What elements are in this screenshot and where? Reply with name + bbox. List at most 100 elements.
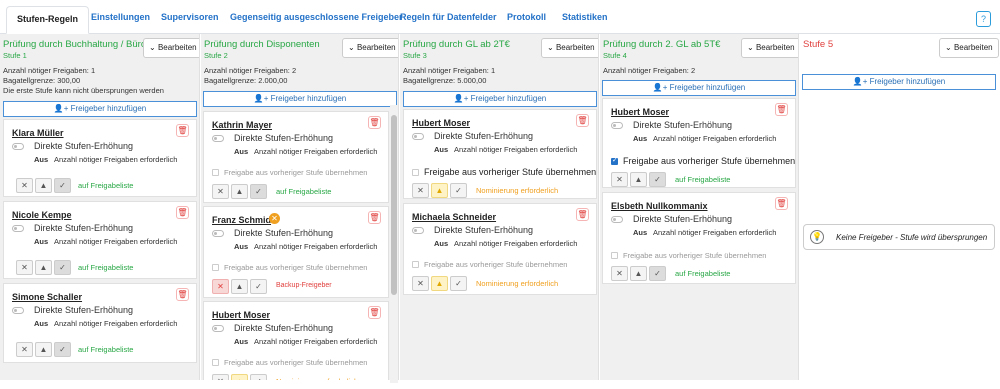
escalation-label: Direkte Stufen-Erhöhung bbox=[34, 141, 134, 151]
mute-icon[interactable]: ✕ bbox=[212, 279, 229, 294]
escalation-toggle[interactable] bbox=[212, 230, 224, 237]
adopt-checkbox[interactable] bbox=[412, 169, 419, 176]
escalation-label: Direkte Stufen-Erhöhung bbox=[234, 228, 334, 238]
stage-number: Stufe 2 bbox=[204, 51, 228, 60]
add-approver-button[interactable]: 👤+ Freigeber hinzufügen bbox=[602, 80, 796, 96]
delete-icon[interactable]: 🗑 bbox=[176, 124, 189, 137]
list-icon[interactable]: ✓ bbox=[54, 260, 71, 275]
edit-button[interactable]: ⌄ Bearbeiten bbox=[342, 38, 398, 58]
mute-icon[interactable]: ✕ bbox=[212, 184, 229, 199]
toggle-description: Anzahl nötiger Freigaben erforderlich bbox=[54, 319, 178, 328]
escalation-label: Direkte Stufen-Erhöhung bbox=[633, 214, 733, 224]
delete-icon[interactable]: 🗑 bbox=[176, 288, 189, 301]
edit-button[interactable]: ⌄ Bearbeiten bbox=[143, 38, 199, 58]
column-scrollbar[interactable] bbox=[390, 105, 398, 383]
escalation-toggle[interactable] bbox=[12, 143, 24, 150]
tab-regeln-datenfelder[interactable]: Regeln für Datenfelder bbox=[400, 12, 497, 22]
adopt-label: Freigabe aus vorheriger Stufe übernehmen bbox=[224, 263, 368, 272]
adopt-checkbox[interactable] bbox=[611, 156, 618, 165]
list-icon[interactable]: ✓ bbox=[250, 184, 267, 199]
mute-icon[interactable]: ✕ bbox=[412, 276, 429, 291]
help-button[interactable]: ? bbox=[976, 11, 991, 27]
tab-protokoll[interactable]: Protokoll bbox=[507, 12, 546, 22]
delete-icon[interactable]: 🗑 bbox=[368, 211, 381, 224]
escalate-icon[interactable]: ▲ bbox=[231, 374, 248, 380]
stage-column-3: Prüfung durch GL ab 2T€ Stufe 3 ⌄ Bearbe… bbox=[400, 34, 599, 380]
approver-name[interactable]: Michaela Schneider bbox=[412, 212, 496, 222]
tab-supervisoren[interactable]: Supervisoren bbox=[161, 12, 219, 22]
escalation-toggle[interactable] bbox=[12, 225, 24, 232]
approver-name[interactable]: Simone Schaller bbox=[12, 292, 82, 302]
approver-name[interactable]: Hubert Moser bbox=[212, 310, 270, 320]
mute-icon[interactable]: ✕ bbox=[611, 172, 628, 187]
adopt-checkbox[interactable] bbox=[212, 169, 219, 176]
escalate-icon[interactable]: ▲ bbox=[35, 260, 52, 275]
stage-info: Bagatellgrenze: 5.000,00 bbox=[403, 76, 487, 85]
approver-name[interactable]: Franz Schmid bbox=[212, 215, 271, 225]
delete-icon[interactable]: 🗑 bbox=[775, 103, 788, 116]
mute-icon[interactable]: ✕ bbox=[16, 178, 33, 193]
list-icon[interactable]: ✓ bbox=[450, 183, 467, 198]
add-approver-button[interactable]: 👤+ Freigeber hinzufügen bbox=[3, 101, 197, 117]
escalate-icon[interactable]: ▲ bbox=[35, 342, 52, 357]
escalation-toggle[interactable] bbox=[412, 133, 424, 140]
adopt-checkbox[interactable] bbox=[212, 264, 219, 271]
approver-card: Hubert Moser 🗑 Direkte Stufen-Erhöhung A… bbox=[403, 109, 597, 199]
scrollbar-thumb[interactable] bbox=[391, 115, 397, 295]
delete-icon[interactable]: 🗑 bbox=[576, 114, 589, 127]
escalate-icon[interactable]: ▲ bbox=[630, 172, 647, 187]
list-icon[interactable]: ✓ bbox=[649, 266, 666, 281]
list-icon[interactable]: ✓ bbox=[649, 172, 666, 187]
approver-status: auf Freigabeliste bbox=[78, 263, 134, 272]
approver-name[interactable]: Elsbeth Nullkommanix bbox=[611, 201, 708, 211]
escalate-icon[interactable]: ▲ bbox=[231, 184, 248, 199]
approver-name[interactable]: Hubert Moser bbox=[611, 107, 669, 117]
add-approver-button[interactable]: 👤+ Freigeber hinzufügen bbox=[802, 74, 996, 90]
tab-ausgeschlossene-freigeber[interactable]: Gegenseitig ausgeschlossene Freigeber bbox=[230, 12, 403, 22]
mute-icon[interactable]: ✕ bbox=[16, 260, 33, 275]
toggle-state: Aus bbox=[434, 239, 449, 248]
escalation-toggle[interactable] bbox=[212, 135, 224, 142]
adopt-checkbox[interactable] bbox=[212, 359, 219, 366]
add-approver-button[interactable]: 👤+ Freigeber hinzufügen bbox=[403, 91, 597, 107]
toggle-state: Aus bbox=[234, 337, 249, 346]
delete-icon[interactable]: 🗑 bbox=[176, 206, 189, 219]
edit-button[interactable]: ⌄ Bearbeiten bbox=[939, 38, 999, 58]
escalate-icon[interactable]: ▲ bbox=[35, 178, 52, 193]
adopt-checkbox[interactable] bbox=[611, 252, 618, 259]
escalation-toggle[interactable] bbox=[12, 307, 24, 314]
escalate-icon[interactable]: ▲ bbox=[231, 279, 248, 294]
list-icon[interactable]: ✓ bbox=[54, 178, 71, 193]
approver-name[interactable]: Hubert Moser bbox=[412, 118, 470, 128]
edit-button[interactable]: ⌄ Bearbeiten bbox=[741, 38, 798, 58]
add-approver-button[interactable]: 👤+ Freigeber hinzufügen bbox=[203, 91, 397, 107]
toggle-state: Aus bbox=[633, 228, 648, 237]
adopt-checkbox[interactable] bbox=[412, 261, 419, 268]
approver-name[interactable]: Klara Müller bbox=[12, 128, 64, 138]
delete-icon[interactable]: 🗑 bbox=[775, 197, 788, 210]
tab-stufen-regeln[interactable]: Stufen-Regeln bbox=[6, 6, 90, 34]
escalation-toggle[interactable] bbox=[611, 216, 623, 223]
escalation-toggle[interactable] bbox=[412, 227, 424, 234]
tab-statistiken[interactable]: Statistiken bbox=[562, 12, 608, 22]
delete-icon[interactable]: 🗑 bbox=[368, 306, 381, 319]
delete-icon[interactable]: 🗑 bbox=[368, 116, 381, 129]
list-icon[interactable]: ✓ bbox=[250, 374, 267, 380]
approver-name[interactable]: Nicole Kempe bbox=[12, 210, 72, 220]
mute-icon[interactable]: ✕ bbox=[16, 342, 33, 357]
mute-icon[interactable]: ✕ bbox=[611, 266, 628, 281]
delete-icon[interactable]: 🗑 bbox=[576, 208, 589, 221]
escalate-icon[interactable]: ▲ bbox=[630, 266, 647, 281]
escalate-icon[interactable]: ▲ bbox=[431, 276, 448, 291]
escalate-icon[interactable]: ▲ bbox=[431, 183, 448, 198]
list-icon[interactable]: ✓ bbox=[450, 276, 467, 291]
list-icon[interactable]: ✓ bbox=[250, 279, 267, 294]
approver-name[interactable]: Kathrin Mayer bbox=[212, 120, 272, 130]
tab-einstellungen[interactable]: Einstellungen bbox=[91, 12, 150, 22]
list-icon[interactable]: ✓ bbox=[54, 342, 71, 357]
mute-icon[interactable]: ✕ bbox=[212, 374, 229, 380]
escalation-toggle[interactable] bbox=[611, 122, 623, 129]
mute-icon[interactable]: ✕ bbox=[412, 183, 429, 198]
edit-button[interactable]: ⌄ Bearbeiten bbox=[541, 38, 598, 58]
escalation-toggle[interactable] bbox=[212, 325, 224, 332]
